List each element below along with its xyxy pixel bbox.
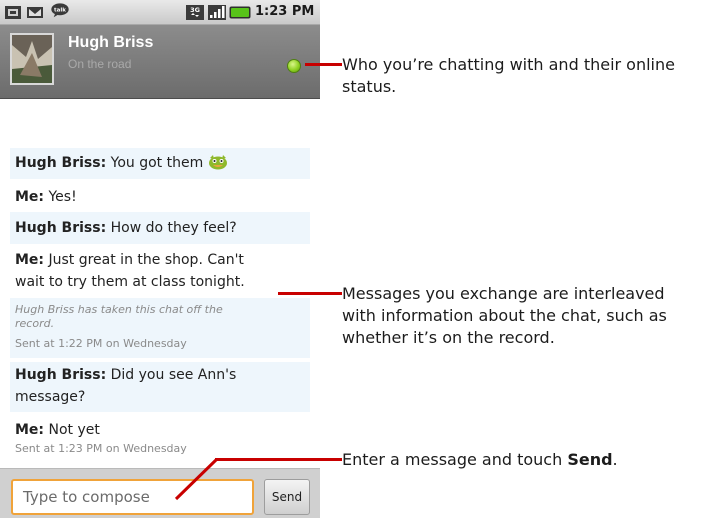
callout-contact: Who you’re chatting with and their onlin… bbox=[342, 54, 675, 98]
message-sender: Hugh Briss: bbox=[15, 220, 107, 236]
chat-info-item: Hugh Briss has taken this chat off the r… bbox=[10, 298, 310, 358]
contact-header[interactable]: Hugh Briss On the road bbox=[0, 25, 320, 99]
message-item: Me: Just great in the shop. Can't wait t… bbox=[10, 247, 310, 297]
emoticon-icon bbox=[208, 155, 227, 170]
callout-line-send bbox=[215, 458, 342, 461]
message-item: Hugh Briss: Did you see Ann's message? bbox=[10, 362, 310, 412]
send-button[interactable]: Send bbox=[264, 479, 310, 515]
contact-status: On the road bbox=[68, 57, 132, 71]
callout-text-line: . bbox=[612, 450, 618, 469]
status-time: 1:23 PM bbox=[255, 4, 315, 19]
message-text: You got them bbox=[110, 155, 204, 171]
message-text: Not yet bbox=[48, 422, 100, 438]
callout-line-contact bbox=[305, 63, 342, 66]
message-sender: Hugh Briss: bbox=[15, 155, 107, 171]
off-record-note: record. bbox=[15, 317, 55, 330]
sent-timestamp: Sent at 1:22 PM on Wednesday bbox=[15, 337, 187, 350]
battery-icon bbox=[229, 6, 251, 19]
message-text: message? bbox=[15, 389, 86, 405]
online-status-icon bbox=[287, 59, 301, 73]
avatar[interactable] bbox=[10, 33, 54, 85]
callout-line-messages bbox=[278, 292, 342, 295]
contact-name: Hugh Briss bbox=[68, 34, 154, 51]
callout-send-word: Send bbox=[567, 450, 613, 469]
sent-timestamp: Sent at 1:23 PM on Wednesday bbox=[15, 442, 187, 455]
callout-text-line: Messages you exchange are interleaved bbox=[342, 284, 665, 303]
avatar-photo bbox=[12, 35, 52, 83]
message-sender: Me: bbox=[15, 189, 45, 205]
message-item: Me: Yes! bbox=[10, 184, 310, 210]
3g-icon: 3G bbox=[186, 5, 204, 20]
compose-bar: Type to compose Send bbox=[0, 468, 320, 518]
off-record-note: Hugh Briss has taken this chat off the bbox=[15, 303, 223, 316]
svg-text:talk: talk bbox=[54, 8, 66, 14]
message-sender: Hugh Briss: bbox=[15, 367, 107, 383]
callout-text-line: status. bbox=[342, 77, 397, 96]
callout-text-line: Enter a message and touch bbox=[342, 450, 568, 469]
message-text: How do they feel? bbox=[110, 220, 237, 236]
message-sender: Me: bbox=[15, 252, 45, 268]
status-bar: talk 3G 1:23 PM bbox=[0, 0, 320, 25]
message-text: Just great in the shop. Can't bbox=[48, 252, 244, 268]
message-text: Did you see Ann's bbox=[110, 367, 237, 383]
callout-send: Enter a message and touch Send. bbox=[342, 449, 618, 471]
sim-card-icon bbox=[5, 6, 21, 19]
message-sender: Me: bbox=[15, 422, 45, 438]
talk-icon: talk bbox=[51, 3, 69, 18]
message-item: Hugh Briss: How do they feel? bbox=[10, 212, 310, 244]
callout-text-line: whether it’s on the record. bbox=[342, 328, 555, 347]
callout-text-line: with information about the chat, such as bbox=[342, 306, 667, 325]
callout-text-line: Who you’re chatting with and their onlin… bbox=[342, 55, 675, 74]
message-text: Yes! bbox=[48, 189, 77, 205]
message-item: Hugh Briss: You got them bbox=[10, 148, 310, 179]
phone-screen: talk 3G 1:23 PM Hugh Briss On the road H… bbox=[0, 0, 320, 518]
message-text: wait to try them at class tonight. bbox=[15, 274, 245, 290]
gmail-icon bbox=[27, 7, 43, 18]
callout-pointer-send bbox=[174, 457, 219, 501]
svg-text:3G: 3G bbox=[190, 6, 200, 14]
signal-icon bbox=[208, 5, 226, 20]
callout-messages: Messages you exchange are interleaved wi… bbox=[342, 283, 667, 349]
